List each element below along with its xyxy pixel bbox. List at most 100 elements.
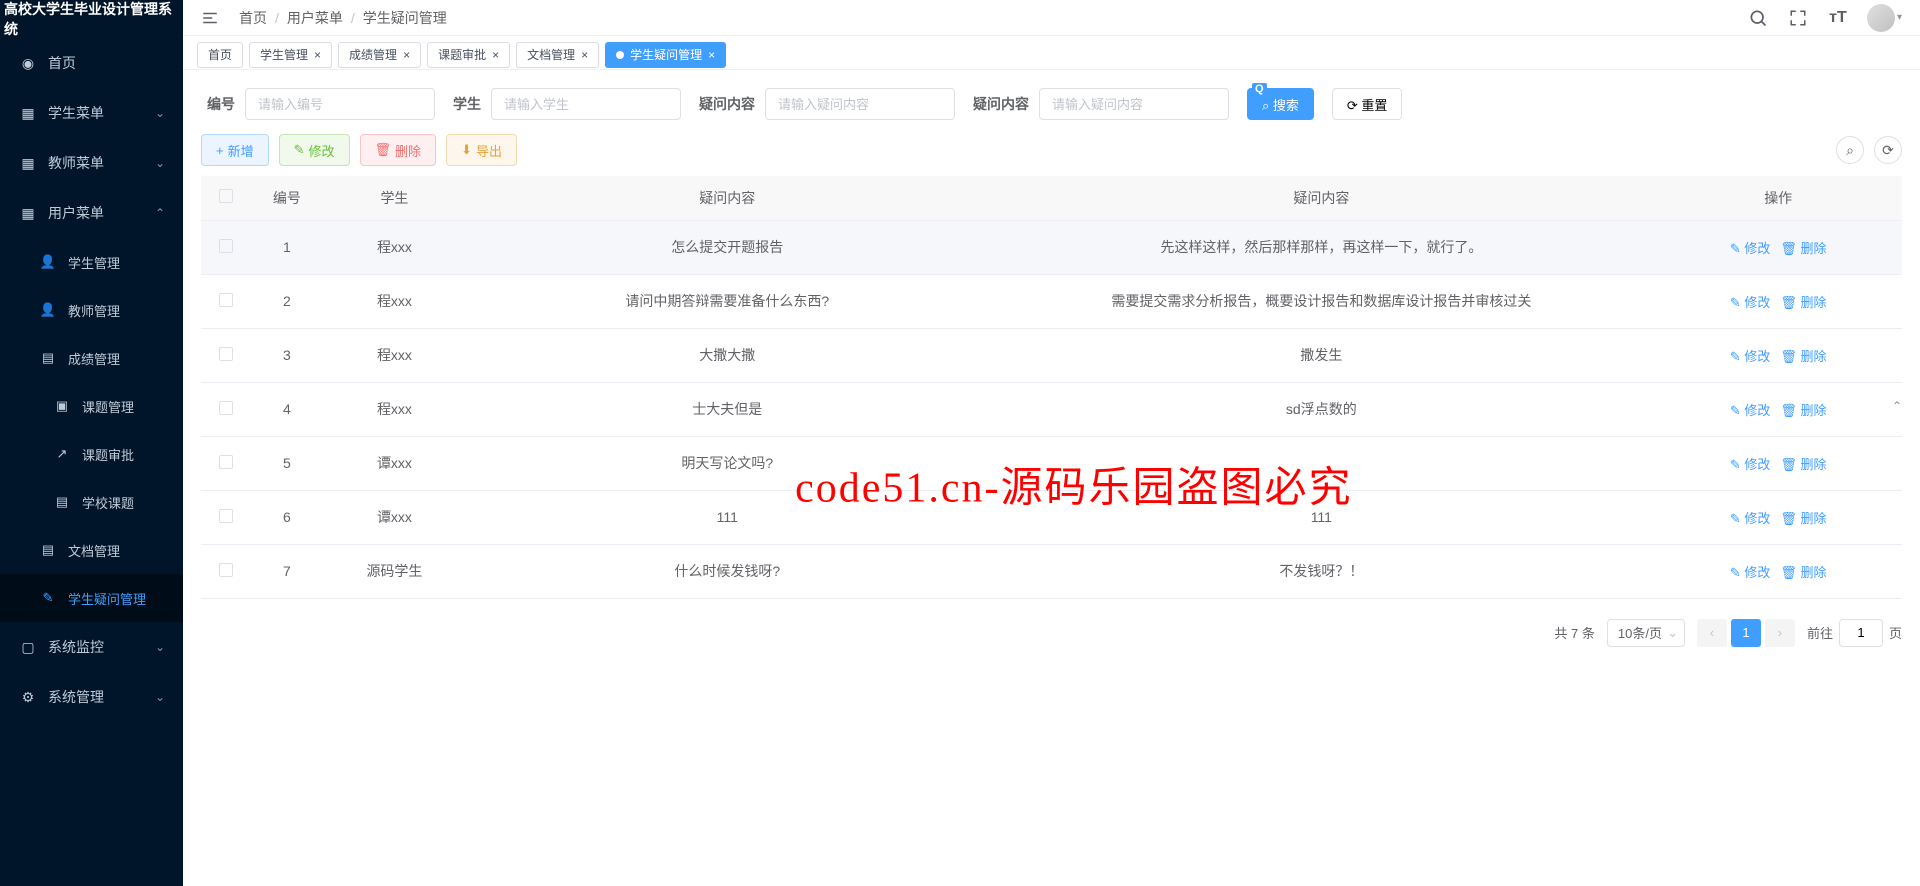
search-button[interactable]: ⌕ 搜索 bbox=[1247, 88, 1314, 120]
tabs-bar: 首页学生管理×成绩管理×课题审批×文档管理×学生疑问管理× bbox=[183, 36, 1920, 70]
cell-q1: 请问中期答辩需要准备什么东西? bbox=[466, 274, 988, 328]
close-icon[interactable]: × bbox=[581, 48, 588, 62]
row-checkbox[interactable] bbox=[219, 239, 233, 253]
row-checkbox[interactable] bbox=[219, 455, 233, 469]
close-icon[interactable]: × bbox=[492, 48, 499, 62]
dashboard-icon: ◉ bbox=[20, 55, 36, 71]
sidebar-item-系统监控[interactable]: ▢系统监控⌄ bbox=[0, 622, 183, 672]
sidebar-item-学生疑问管理[interactable]: ✎学生疑问管理 bbox=[0, 574, 183, 622]
tab-课题审批[interactable]: 课题审批× bbox=[427, 42, 510, 68]
sidebar-item-学校课题[interactable]: ▤学校课题 bbox=[0, 478, 183, 526]
chevron-up-icon: ⌃ bbox=[155, 206, 165, 220]
cell-q1: 大撒大撒 bbox=[466, 328, 988, 382]
cell-id: 2 bbox=[251, 274, 323, 328]
cell-id: 3 bbox=[251, 328, 323, 382]
reset-button[interactable]: ⟳ 重置 bbox=[1332, 88, 1403, 120]
row-delete-link[interactable]: 🗑 删除 bbox=[1780, 295, 1826, 310]
row-checkbox[interactable] bbox=[219, 509, 233, 523]
sidebar: 高校大学生毕业设计管理系统 ◉首页▦学生菜单⌄▦教师菜单⌄▦用户菜单⌃👤学生管理… bbox=[0, 0, 183, 886]
breadcrumb-item[interactable]: 用户菜单 bbox=[287, 8, 343, 28]
cell-q2 bbox=[988, 436, 1654, 490]
delete-button[interactable]: 🗑 删除 bbox=[360, 134, 437, 166]
search-input-0[interactable] bbox=[245, 88, 435, 120]
cell-q2: 111 bbox=[988, 490, 1654, 544]
sidebar-item-用户菜单[interactable]: ▦用户菜单⌃ bbox=[0, 188, 183, 238]
row-delete-link[interactable]: 🗑 删除 bbox=[1780, 349, 1826, 364]
search-input-2[interactable] bbox=[765, 88, 955, 120]
row-edit-link[interactable]: ✎ 修改 bbox=[1730, 241, 1771, 256]
page-next-button[interactable]: › bbox=[1765, 619, 1795, 647]
page-jump-input[interactable] bbox=[1839, 619, 1883, 647]
cell-q1: 什么时候发钱呀? bbox=[466, 544, 988, 598]
breadcrumb-item[interactable]: 首页 bbox=[239, 8, 267, 28]
sidebar-item-系统管理[interactable]: ⚙系统管理⌄ bbox=[0, 672, 183, 722]
breadcrumb: 首页/用户菜单/学生疑问管理 bbox=[239, 8, 1747, 28]
row-delete-link[interactable]: 🗑 删除 bbox=[1780, 457, 1826, 472]
gear-icon: ⚙ bbox=[20, 689, 36, 705]
search-icon[interactable] bbox=[1747, 7, 1769, 29]
tab-学生管理[interactable]: 学生管理× bbox=[249, 42, 332, 68]
sidebar-item-文档管理[interactable]: ▤文档管理 bbox=[0, 526, 183, 574]
select-all-checkbox[interactable] bbox=[219, 189, 233, 203]
search-input-3[interactable] bbox=[1039, 88, 1229, 120]
row-checkbox[interactable] bbox=[219, 293, 233, 307]
close-icon[interactable]: × bbox=[403, 48, 410, 62]
row-checkbox[interactable] bbox=[219, 401, 233, 415]
search-label-3: 疑问内容 bbox=[973, 94, 1029, 114]
monitor-icon: ▢ bbox=[20, 639, 36, 655]
search-toggle-icon[interactable]: ⌕ bbox=[1836, 136, 1864, 164]
page-size-select[interactable]: 10条/页 bbox=[1607, 619, 1685, 647]
row-delete-link[interactable]: 🗑 删除 bbox=[1780, 241, 1826, 256]
row-edit-link[interactable]: ✎ 修改 bbox=[1730, 565, 1771, 580]
hamburger-icon[interactable] bbox=[201, 8, 221, 28]
table-row: 2 程xxx 请问中期答辩需要准备什么东西? 需要提交需求分析报告，概要设计报告… bbox=[201, 274, 1902, 328]
row-delete-link[interactable]: 🗑 删除 bbox=[1780, 403, 1826, 418]
row-delete-link[interactable]: 🗑 删除 bbox=[1780, 511, 1826, 526]
fullscreen-icon[interactable] bbox=[1787, 7, 1809, 29]
app-title: 高校大学生毕业设计管理系统 bbox=[0, 0, 183, 30]
refresh-icon[interactable]: ⟳ bbox=[1874, 136, 1902, 164]
content: code51.cn-源码乐园盗图必究 编号学生疑问内容疑问内容⌕ 搜索⟳ 重置 … bbox=[183, 70, 1920, 886]
row-edit-link[interactable]: ✎ 修改 bbox=[1730, 511, 1771, 526]
close-icon[interactable]: × bbox=[314, 48, 321, 62]
edit-button[interactable]: ✎ 修改 bbox=[279, 134, 350, 166]
export-button[interactable]: ⬇ 导出 bbox=[446, 134, 517, 166]
tab-文档管理[interactable]: 文档管理× bbox=[516, 42, 599, 68]
tab-首页[interactable]: 首页 bbox=[197, 42, 243, 68]
search-input-1[interactable] bbox=[491, 88, 681, 120]
sidebar-item-学生菜单[interactable]: ▦学生菜单⌄ bbox=[0, 88, 183, 138]
cell-student: 谭xxx bbox=[323, 490, 466, 544]
row-edit-link[interactable]: ✎ 修改 bbox=[1730, 403, 1771, 418]
page-number-button[interactable]: 1 bbox=[1731, 619, 1761, 647]
tab-学生疑问管理[interactable]: 学生疑问管理× bbox=[605, 42, 726, 68]
menu-icon: ▦ bbox=[20, 155, 36, 171]
page-prev-button[interactable]: ‹ bbox=[1697, 619, 1727, 647]
folder-icon: ▣ bbox=[54, 398, 70, 414]
main: 首页/用户菜单/学生疑问管理 ᴛT ▾ 首页学生管理×成绩管理×课题审批×文档管… bbox=[183, 0, 1920, 886]
tab-active-dot-icon bbox=[616, 51, 624, 59]
row-edit-link[interactable]: ✎ 修改 bbox=[1730, 295, 1771, 310]
sidebar-item-首页[interactable]: ◉首页 bbox=[0, 38, 183, 88]
sidebar-item-教师菜单[interactable]: ▦教师菜单⌄ bbox=[0, 138, 183, 188]
sidebar-item-学生管理[interactable]: 👤学生管理 bbox=[0, 238, 183, 286]
add-button[interactable]: + 新增 bbox=[201, 134, 269, 166]
row-checkbox[interactable] bbox=[219, 563, 233, 577]
chevron-down-icon: ⌄ bbox=[155, 640, 165, 654]
cell-student: 程xxx bbox=[323, 274, 466, 328]
column-header: 操作 bbox=[1654, 176, 1902, 220]
sidebar-item-课题管理[interactable]: ▣课题管理⌃ bbox=[0, 382, 183, 430]
fontsize-icon[interactable]: ᴛT bbox=[1827, 7, 1849, 29]
sidebar-item-教师管理[interactable]: 👤教师管理 bbox=[0, 286, 183, 334]
close-icon[interactable]: × bbox=[708, 48, 715, 62]
sidebar-item-成绩管理[interactable]: ▤成绩管理 bbox=[0, 334, 183, 382]
row-checkbox[interactable] bbox=[219, 347, 233, 361]
table-row: 5 谭xxx 明天写论文吗? ✎ 修改🗑 删除 bbox=[201, 436, 1902, 490]
sidebar-item-课题审批[interactable]: ↗课题审批 bbox=[0, 430, 183, 478]
row-delete-link[interactable]: 🗑 删除 bbox=[1780, 565, 1826, 580]
cell-id: 6 bbox=[251, 490, 323, 544]
row-edit-link[interactable]: ✎ 修改 bbox=[1730, 457, 1771, 472]
tab-成绩管理[interactable]: 成绩管理× bbox=[338, 42, 421, 68]
row-edit-link[interactable]: ✎ 修改 bbox=[1730, 349, 1771, 364]
cell-student: 谭xxx bbox=[323, 436, 466, 490]
user-avatar[interactable]: ▾ bbox=[1867, 4, 1902, 32]
